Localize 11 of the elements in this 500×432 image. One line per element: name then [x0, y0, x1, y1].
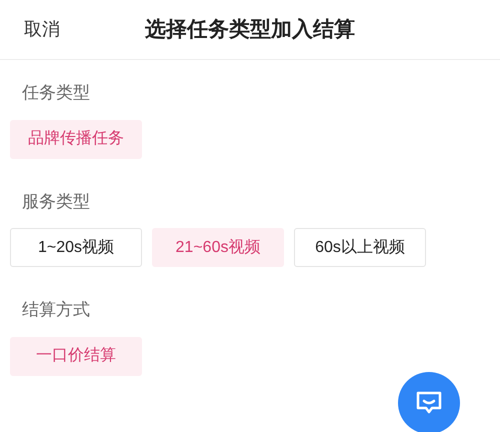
option-chip[interactable]: 60s以上视频	[294, 228, 426, 267]
cancel-button[interactable]: 取消	[24, 16, 60, 43]
page-title: 选择任务类型加入结算	[145, 16, 355, 43]
option-chip[interactable]: 1~20s视频	[10, 228, 142, 267]
section-label: 任务类型	[21, 82, 91, 104]
option-chip[interactable]: 品牌传播任务	[10, 120, 142, 158]
section-label: 服务类型	[21, 190, 91, 212]
option-chip[interactable]: 一口价结算	[10, 336, 142, 376]
option-chip[interactable]: 21~60s视频	[152, 228, 284, 267]
chat-icon	[415, 390, 443, 416]
section-label: 结算方式	[21, 299, 91, 321]
